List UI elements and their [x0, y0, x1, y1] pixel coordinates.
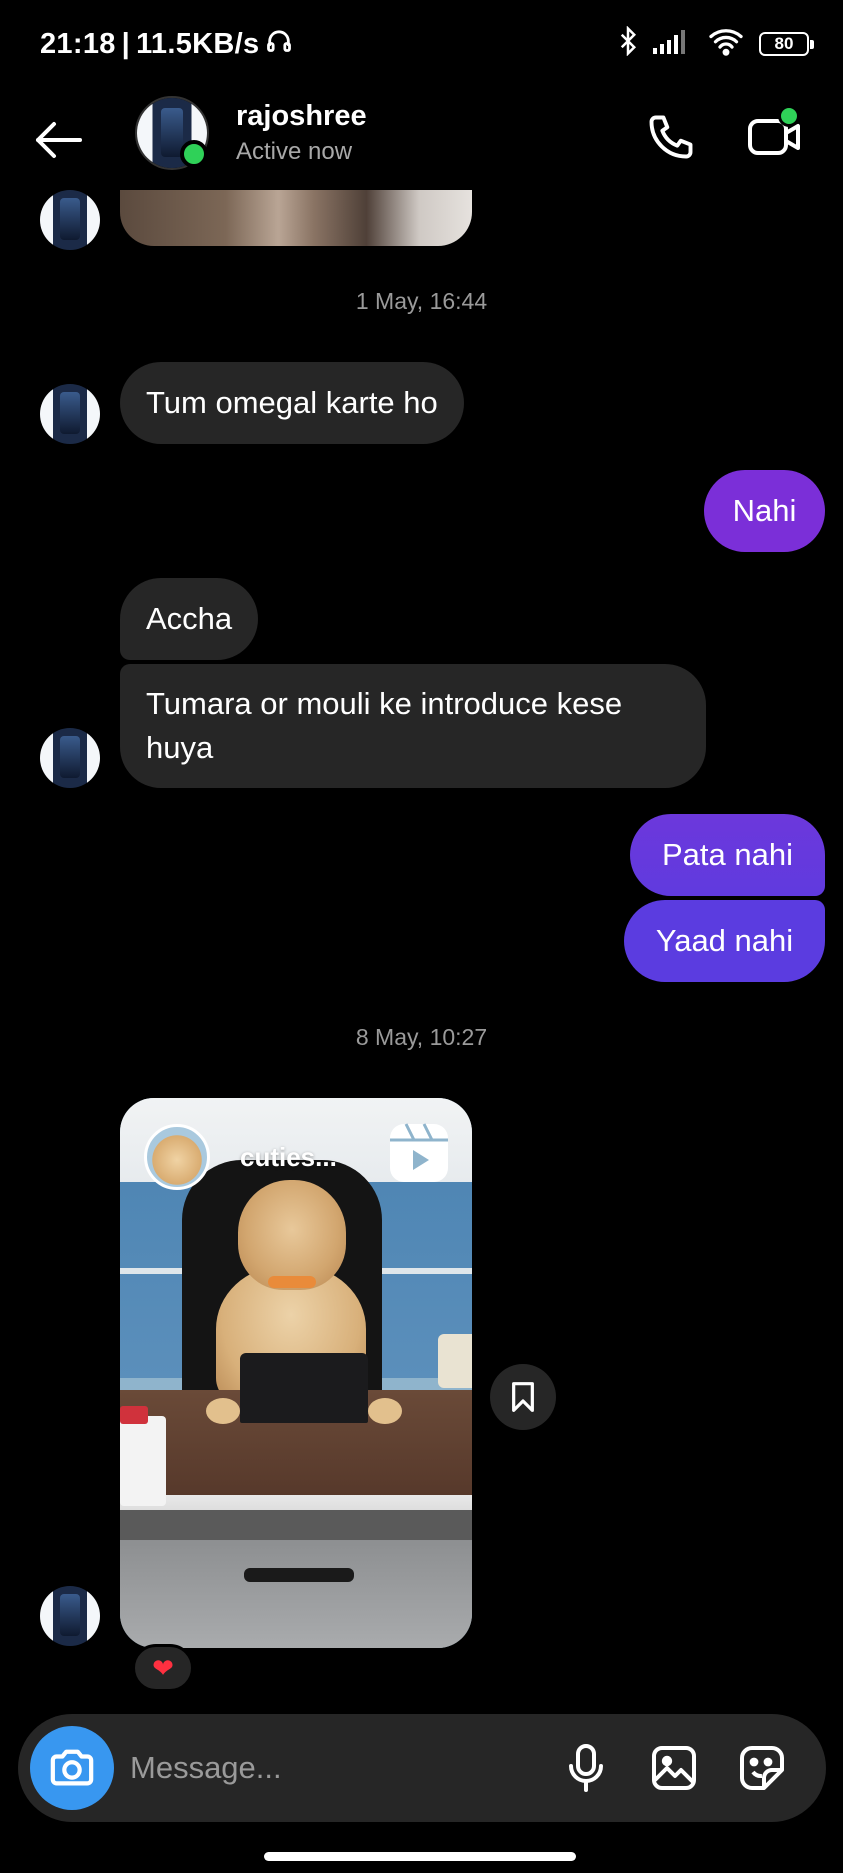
home-indicator[interactable] [264, 1852, 576, 1861]
microphone-icon [569, 1744, 603, 1792]
battery-icon: 80 [759, 31, 814, 56]
audio-call-button[interactable] [642, 108, 700, 166]
sender-avatar[interactable] [40, 384, 100, 444]
timestamp: 8 May, 10:27 [355, 1024, 488, 1050]
sticker-button[interactable] [734, 1740, 790, 1796]
back-arrow-icon [36, 122, 82, 158]
message-input[interactable] [130, 1742, 460, 1794]
reel-chair-base [244, 1568, 354, 1582]
phone-icon [649, 115, 693, 159]
save-reel-button[interactable] [490, 1364, 556, 1430]
camera-button[interactable] [30, 1726, 114, 1810]
online-indicator [180, 140, 208, 168]
message-bubble-incoming[interactable]: Tum omegal karte ho [120, 362, 464, 444]
status-left: 21:18 | 11.5KB/s [40, 26, 293, 62]
sender-avatar[interactable] [40, 1586, 100, 1646]
status-time: 21:18 [40, 27, 116, 60]
sender-avatar[interactable] [40, 728, 100, 788]
camera-icon [50, 1749, 94, 1786]
signal-icon [653, 28, 693, 59]
status-separator: | [121, 27, 131, 60]
wifi-icon [707, 26, 745, 61]
reel-cup [120, 1416, 166, 1506]
message-composer [18, 1714, 826, 1822]
reel-cup-lid [120, 1406, 148, 1424]
voice-message-button[interactable] [558, 1740, 614, 1796]
gallery-button[interactable] [646, 1740, 702, 1796]
reel-dog-paw [368, 1398, 402, 1424]
message-bubble-outgoing[interactable]: Pata nahi [630, 814, 825, 896]
reel-author-name[interactable]: cuties... [240, 1142, 337, 1173]
back-button[interactable] [30, 112, 86, 168]
sticker-icon [740, 1746, 784, 1790]
message-bubble-outgoing[interactable]: Nahi [704, 470, 825, 552]
heart-reaction[interactable]: ❤ [132, 1644, 194, 1692]
chat-header: rajoshree Active now [0, 90, 843, 190]
reel-laptop [240, 1353, 368, 1423]
heart-icon: ❤ [152, 1652, 174, 1683]
bluetooth-icon [617, 25, 639, 61]
shared-reel[interactable]: cuties... [120, 1098, 472, 1648]
contact-name[interactable]: rajoshree [236, 100, 367, 133]
bookmark-icon [512, 1382, 534, 1412]
contact-status: Active now [236, 138, 353, 165]
message-bubble-incoming[interactable]: Tumara or mouli ke introduce kese huya [120, 664, 706, 788]
network-speed: 11.5KB/s [136, 27, 260, 60]
reel-author-avatar[interactable] [144, 1124, 210, 1190]
reels-icon [390, 1123, 448, 1182]
status-right: 80 [617, 25, 814, 61]
video-online-indicator [778, 105, 800, 127]
message-bubble-incoming[interactable]: Accha [120, 578, 259, 660]
timestamp: 1 May, 16:44 [355, 288, 488, 314]
shared-photo[interactable] [120, 190, 472, 246]
message-bubble-outgoing[interactable]: Yaad nahi [624, 900, 825, 982]
reel-mug [438, 1334, 472, 1388]
reel-floor [120, 1540, 472, 1648]
status-bar: 21:18 | 11.5KB/s 80 [0, 0, 843, 90]
reel-dog-paw [206, 1398, 240, 1424]
sender-avatar[interactable] [40, 190, 100, 250]
gallery-icon [652, 1746, 696, 1790]
reel-dog-head [238, 1180, 346, 1290]
headphones-icon [265, 26, 293, 62]
reel-dog-collar [268, 1276, 316, 1288]
